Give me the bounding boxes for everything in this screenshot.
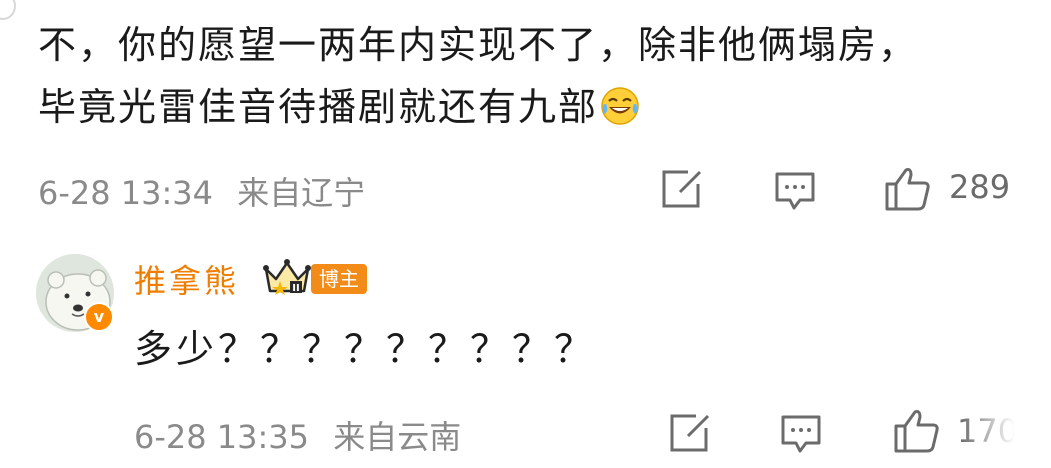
- like-icon[interactable]: [884, 166, 932, 212]
- reply-meta: 6-28 13:35 来自云南: [134, 412, 461, 458]
- laughing-tears-emoji-icon: [600, 82, 640, 125]
- previous-avatar-fragment: [0, 0, 16, 20]
- share-icon[interactable]: [660, 168, 704, 210]
- blogger-badge: 博主: [311, 264, 367, 294]
- comment-location: 来自辽宁: [237, 174, 366, 212]
- edge-fade: [960, 400, 1051, 468]
- reply-location: 来自云南: [333, 418, 462, 456]
- like-count: 289: [949, 168, 1011, 206]
- comment-icon[interactable]: [774, 170, 816, 212]
- verified-badge: v: [84, 302, 114, 332]
- comment-date: 6-28 13:34: [38, 174, 214, 212]
- reply-text: 多少？？？？？？？？？: [134, 327, 597, 371]
- comment-body: 不，你的愿望一两年内实现不了，除非他俩塌房，毕竟光雷佳音待播剧就还有九部: [38, 23, 919, 129]
- crown-level: II: [292, 283, 299, 294]
- comment-meta: 6-28 13:34 来自辽宁: [38, 168, 365, 214]
- reply-date: 6-28 13:35: [134, 418, 310, 456]
- reply-username[interactable]: 推拿熊: [134, 256, 239, 302]
- reply-comment-icon[interactable]: [780, 413, 822, 455]
- crown-icon: II: [262, 257, 312, 301]
- comment-text: 不，你的愿望一两年内实现不了，除非他俩塌房，毕竟光雷佳音待播剧就还有九部: [38, 14, 938, 138]
- reply-like-icon[interactable]: [893, 408, 941, 454]
- reply-share-icon[interactable]: [668, 412, 712, 454]
